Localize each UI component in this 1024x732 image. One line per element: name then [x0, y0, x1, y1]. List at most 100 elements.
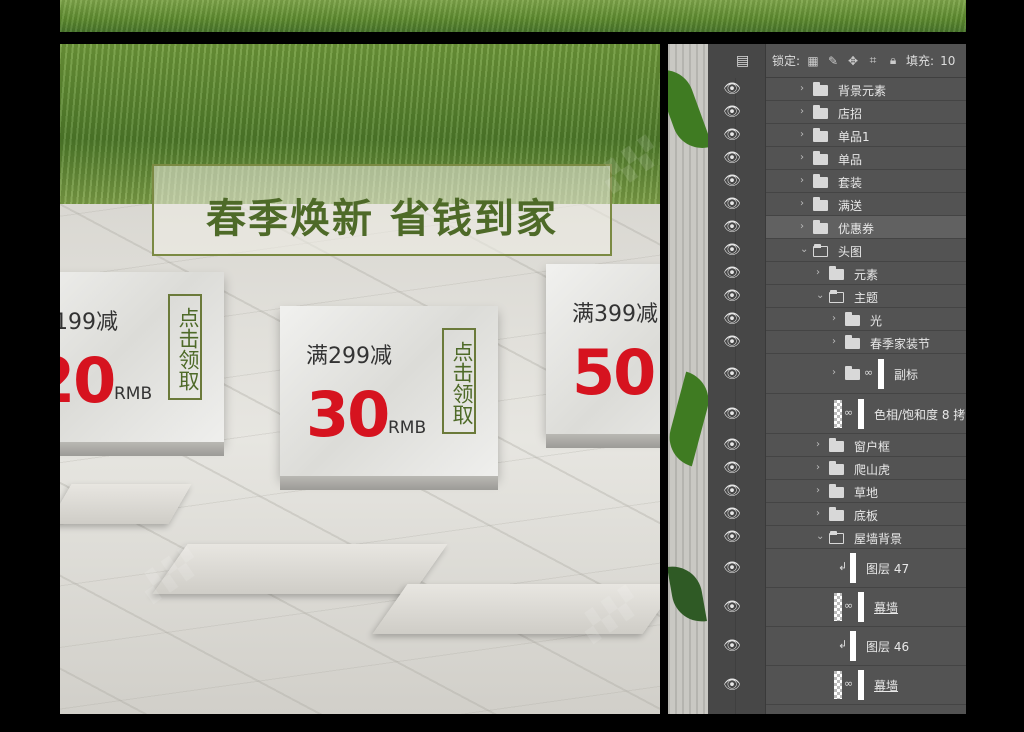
- chevron-right-icon[interactable]: ›: [800, 198, 810, 209]
- layer-row[interactable]: 👁︎ › 店招: [723, 101, 966, 124]
- layers-panel[interactable]: ▤ 锁定: ▦ ✎ ✥ ⌗ 🔒︎ 填充: 10 👁︎ › 背景元素 👁︎ › 店…: [708, 44, 966, 714]
- mask-thumbnail[interactable]: [858, 670, 864, 700]
- layer-name: 副标: [894, 368, 919, 382]
- link-icon[interactable]: ∞: [844, 677, 853, 690]
- layer-row[interactable]: 👁︎ › 底板: [723, 503, 966, 526]
- eye-icon[interactable]: 👁︎: [722, 483, 742, 499]
- chevron-right-icon[interactable]: ›: [816, 508, 826, 519]
- coupon-claim-button[interactable]: 点击领取: [168, 294, 202, 400]
- eye-icon[interactable]: 👁︎: [722, 150, 742, 166]
- layer-thumbnail[interactable]: [850, 553, 856, 583]
- brush-icon[interactable]: ✎: [826, 54, 840, 68]
- chevron-right-icon[interactable]: ›: [800, 221, 810, 232]
- folder-open-icon: [829, 531, 844, 544]
- chevron-down-icon[interactable]: ⌄: [816, 290, 826, 301]
- coupon-card[interactable]: 满199减 20 RMB 点击领取: [60, 272, 224, 456]
- layer-row[interactable]: 👁︎ › 春季家装节: [723, 331, 966, 354]
- eye-icon[interactable]: 👁︎: [722, 242, 742, 258]
- chevron-right-icon[interactable]: ›: [832, 313, 842, 324]
- mask-thumbnail[interactable]: [858, 399, 864, 429]
- chevron-right-icon[interactable]: ›: [816, 485, 826, 496]
- eye-icon[interactable]: 👁︎: [722, 529, 742, 545]
- eye-icon[interactable]: 👁︎: [722, 288, 742, 304]
- layer-row[interactable]: 👁︎ › 套装: [723, 170, 966, 193]
- mask-thumbnail[interactable]: [878, 359, 884, 389]
- chevron-right-icon[interactable]: ›: [816, 462, 826, 473]
- coupon-card[interactable]: 满299减 30 RMB 点击领取: [280, 306, 498, 490]
- layer-row[interactable]: 👁︎ ∞ 色相/饱和度 8 拷: [723, 394, 966, 434]
- eye-icon[interactable]: 👁︎: [722, 196, 742, 212]
- eye-icon[interactable]: 👁︎: [722, 677, 742, 693]
- eye-icon[interactable]: 👁︎: [722, 599, 742, 615]
- layer-name: 单品: [838, 153, 863, 167]
- link-icon[interactable]: ∞: [844, 599, 853, 612]
- layer-row[interactable]: 👁︎ ⌄ 主题: [723, 285, 966, 308]
- eye-icon[interactable]: 👁︎: [722, 104, 742, 120]
- layer-row-selected[interactable]: 👁︎ › 优惠券: [723, 216, 966, 239]
- layer-row[interactable]: 👁︎ › ∞ 副标: [723, 354, 966, 394]
- layer-name: 色相/饱和度 8 拷: [874, 408, 966, 422]
- layers-panel-icon[interactable]: ▤: [736, 53, 754, 69]
- eye-icon[interactable]: 👁︎: [722, 366, 742, 382]
- coupon-claim-button[interactable]: 点击领取: [442, 328, 476, 434]
- lock-icon[interactable]: 🔒︎: [886, 53, 900, 68]
- eye-icon[interactable]: 👁︎: [722, 506, 742, 522]
- layer-thumbnail[interactable]: [834, 671, 842, 699]
- layer-row[interactable]: 👁︎ ∞ 幕墙: [723, 666, 966, 705]
- eye-icon[interactable]: 👁︎: [722, 173, 742, 189]
- chevron-down-icon[interactable]: ⌄: [800, 244, 810, 255]
- layers-list[interactable]: 👁︎ › 背景元素 👁︎ › 店招 👁︎ › 单品1 👁︎ › 单品 👁︎ › …: [723, 78, 966, 705]
- chevron-right-icon[interactable]: ›: [800, 106, 810, 117]
- lock-transparent-icon[interactable]: ▦: [806, 54, 820, 68]
- chevron-right-icon[interactable]: ›: [800, 83, 810, 94]
- layer-thumbnail[interactable]: [834, 593, 842, 621]
- chevron-right-icon[interactable]: ›: [832, 336, 842, 347]
- layer-row[interactable]: 👁︎ › 单品1: [723, 124, 966, 147]
- layer-row[interactable]: 👁︎ › 草地: [723, 480, 966, 503]
- eye-icon[interactable]: 👁︎: [722, 265, 742, 281]
- link-icon[interactable]: ∞: [844, 406, 853, 419]
- layer-row[interactable]: 👁︎ › 满送: [723, 193, 966, 216]
- eye-icon[interactable]: 👁︎: [722, 81, 742, 97]
- crop-icon[interactable]: ⌗: [866, 53, 880, 68]
- eye-icon[interactable]: 👁︎: [722, 460, 742, 476]
- folder-icon: [845, 366, 860, 380]
- eye-icon[interactable]: 👁︎: [722, 127, 742, 143]
- eye-icon[interactable]: 👁︎: [722, 560, 742, 576]
- layer-thumbnail[interactable]: [834, 400, 842, 428]
- layer-row[interactable]: 👁︎ ↲ 图层 47: [723, 549, 966, 588]
- layer-row[interactable]: 👁︎ › 光: [723, 308, 966, 331]
- chevron-right-icon[interactable]: ›: [816, 439, 826, 450]
- layer-row[interactable]: 👁︎ › 单品: [723, 147, 966, 170]
- layer-row[interactable]: 👁︎ ⌄ 头图: [723, 239, 966, 262]
- layer-thumbnail[interactable]: [850, 631, 856, 661]
- chevron-right-icon[interactable]: ›: [800, 129, 810, 140]
- chevron-right-icon[interactable]: ›: [800, 175, 810, 186]
- eye-icon[interactable]: 👁︎: [722, 219, 742, 235]
- chevron-right-icon[interactable]: ›: [816, 267, 826, 278]
- layer-row[interactable]: 👁︎ › 窗户框: [723, 434, 966, 457]
- eye-icon[interactable]: 👁︎: [722, 638, 742, 654]
- layer-row[interactable]: 👁︎ › 元素: [723, 262, 966, 285]
- chevron-down-icon[interactable]: ⌄: [816, 531, 826, 542]
- eye-icon[interactable]: 👁︎: [722, 437, 742, 453]
- layer-row[interactable]: 👁︎ ⌄ 屋墙背景: [723, 526, 966, 549]
- chevron-right-icon[interactable]: ›: [800, 152, 810, 163]
- eye-icon[interactable]: 👁︎: [722, 334, 742, 350]
- canvas-preview[interactable]: 春季焕新 省钱到家 满199减 20 RMB 点击领取 满299减 30 RMB…: [60, 44, 660, 714]
- layer-name: 头图: [838, 245, 863, 259]
- layer-row[interactable]: 👁︎ › 背景元素: [723, 78, 966, 101]
- layer-row[interactable]: 👁︎ ∞ 幕墙: [723, 588, 966, 627]
- link-icon[interactable]: ∞: [864, 366, 873, 379]
- chevron-right-icon[interactable]: ›: [832, 367, 842, 378]
- layer-row[interactable]: 👁︎ ↲ 图层 46: [723, 627, 966, 666]
- layer-row[interactable]: 👁︎ › 爬山虎: [723, 457, 966, 480]
- mask-thumbnail[interactable]: [858, 592, 864, 622]
- coupon-card[interactable]: 满399减 50: [546, 264, 660, 448]
- eye-icon[interactable]: 👁︎: [722, 406, 742, 422]
- move-icon[interactable]: ✥: [846, 54, 860, 68]
- fill-value-input[interactable]: 10: [940, 54, 955, 68]
- fill-label: 填充:: [906, 54, 935, 68]
- eye-icon[interactable]: 👁︎: [722, 311, 742, 327]
- lock-toolbar: 锁定: ▦ ✎ ✥ ⌗ 🔒︎ 填充: 10: [766, 44, 966, 78]
